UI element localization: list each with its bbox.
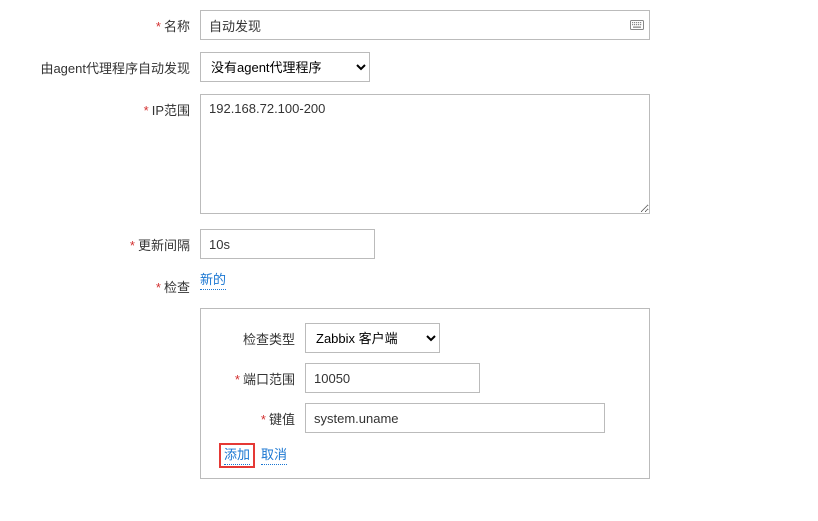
check-type-label: 检查类型 — [219, 329, 305, 348]
agent-select[interactable]: 没有agent代理程序 — [200, 52, 370, 82]
ip-range-label: *IP范围 — [0, 94, 200, 119]
check-label: *检查 — [0, 271, 200, 296]
new-link[interactable]: 新的 — [200, 271, 226, 290]
ip-range-textarea[interactable]: 192.168.72.100-200 — [200, 94, 650, 214]
cancel-link[interactable]: 取消 — [261, 446, 287, 465]
check-type-select[interactable]: Zabbix 客户端 — [305, 323, 440, 353]
port-range-input[interactable] — [305, 363, 480, 393]
name-input[interactable] — [200, 10, 650, 40]
update-interval-label: *更新间隔 — [0, 229, 200, 254]
agent-discover-label: 由agent代理程序自动发现 — [0, 52, 200, 77]
name-label: *名称 — [0, 10, 200, 35]
update-interval-input[interactable] — [200, 229, 375, 259]
key-label: *键值 — [219, 409, 305, 428]
key-input[interactable] — [305, 403, 605, 433]
check-panel: 检查类型 Zabbix 客户端 *端口范围 *键值 — [200, 308, 650, 479]
port-range-label: *端口范围 — [219, 369, 305, 388]
add-highlight: 添加 — [219, 443, 255, 468]
add-link[interactable]: 添加 — [224, 446, 250, 465]
